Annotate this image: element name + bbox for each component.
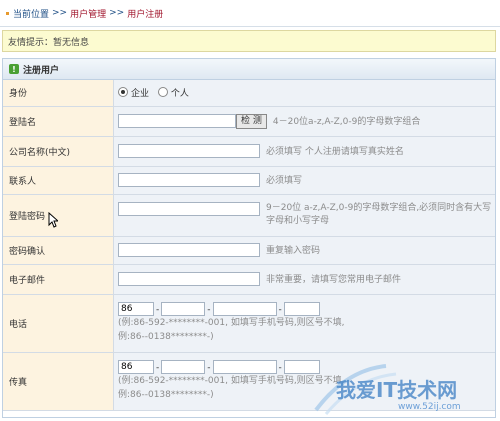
email-label: 电子邮件	[3, 264, 114, 295]
fax-number-input[interactable]	[212, 360, 277, 374]
phone-note-line2: 例:86--0138********-)	[118, 332, 214, 342]
row-password: 登陆密码 9－20位 a-z,A-Z,0-9的字母数字组合,必须同时含有大写 字…	[3, 194, 495, 237]
contact-hint: 必须填写	[266, 175, 303, 186]
username-hint: 4－20位a-z,A-Z,0-9的字母数字组合	[272, 116, 421, 127]
password-hint-line2: 字母和小写字母	[266, 216, 330, 226]
confirm-label: 密码确认	[3, 236, 114, 265]
email-input[interactable]	[118, 272, 260, 287]
confirm-input[interactable]	[118, 243, 260, 258]
mouse-cursor-icon	[48, 212, 58, 228]
panel-header: ! 注册用户	[3, 59, 495, 80]
check-button[interactable]: 检 测	[236, 113, 267, 129]
panel-title: 注册用户	[23, 65, 60, 76]
breadcrumb-home[interactable]: 当前位置	[13, 7, 49, 20]
watermark-logo: 我爱IT技术网 www.52ij.com	[306, 360, 500, 418]
row-confirm: 密码确认 重复输入密码	[3, 236, 495, 265]
notice-label: 友情提示：	[8, 37, 54, 48]
confirm-hint: 重复输入密码	[266, 245, 321, 256]
fax-label: 传真	[3, 352, 114, 411]
password-label: 登陆密码	[3, 194, 114, 237]
email-hint: 非常重要，请填写您常用电子邮件	[266, 274, 402, 285]
row-username: 登陆名 检 测 4－20位a-z,A-Z,0-9的字母数字组合	[3, 106, 495, 137]
phone-area-input[interactable]	[161, 302, 206, 316]
breadcrumb: 当前位置 >> 用户管理 >> 用户注册	[0, 0, 500, 27]
row-company: 公司名称(中文) 必须填写 个人注册请填写真实姓名	[3, 136, 495, 167]
bullet-icon	[6, 11, 9, 15]
username-input[interactable]	[118, 114, 236, 128]
company-input[interactable]	[118, 144, 260, 159]
identity-label: 身份	[3, 80, 114, 107]
company-label: 公司名称(中文)	[3, 136, 114, 167]
contact-input[interactable]	[118, 173, 260, 188]
password-hint-line1: 9－20位 a-z,A-Z,0-9的字母数字组合,必须同时含有大写	[266, 203, 492, 213]
fax-country-input[interactable]	[118, 360, 154, 374]
notice-text: 暂无信息	[53, 37, 90, 48]
radio-personal[interactable]: 个人	[157, 86, 189, 99]
phone-country-input[interactable]	[118, 302, 154, 316]
breadcrumb-section[interactable]: 用户管理	[70, 7, 106, 20]
info-icon: !	[9, 64, 19, 74]
row-email: 电子邮件 非常重要，请填写您常用电子邮件	[3, 264, 495, 295]
fax-area-input[interactable]	[161, 360, 206, 374]
notice-bar: 友情提示： 暂无信息	[2, 30, 496, 52]
phone-number-input[interactable]	[212, 302, 277, 316]
watermark-url: www.52ij.com	[398, 402, 461, 412]
radio-personal-label: 个人	[170, 88, 189, 99]
phone-note-line1: (例:86-592-********-001, 如填写手机号码,则区号不填,	[118, 318, 345, 328]
radio-enterprise[interactable]: 企业	[118, 86, 149, 99]
password-input[interactable]	[118, 202, 260, 216]
username-label: 登陆名	[3, 106, 114, 137]
contact-label: 联系人	[3, 166, 114, 195]
row-contact: 联系人 必须填写	[3, 166, 495, 195]
company-hint: 必须填写 个人注册请填写真实姓名	[266, 146, 404, 157]
breadcrumb-separator: >>	[109, 8, 125, 18]
phone-ext-input[interactable]	[283, 302, 320, 316]
watermark-text: 我爱IT技术网	[336, 378, 458, 402]
radio-enterprise-label: 企业	[131, 88, 150, 99]
breadcrumb-current: 用户注册	[127, 9, 164, 20]
phone-label: 电话	[3, 294, 114, 353]
row-identity: 身份 企业 个人	[3, 80, 495, 107]
row-phone: 电话 --- (例:86-592-********-001, 如填写手机号码,则…	[3, 294, 495, 353]
radio-unchecked-icon	[157, 87, 168, 97]
radio-checked-icon	[118, 87, 128, 97]
breadcrumb-separator: >>	[52, 8, 68, 18]
